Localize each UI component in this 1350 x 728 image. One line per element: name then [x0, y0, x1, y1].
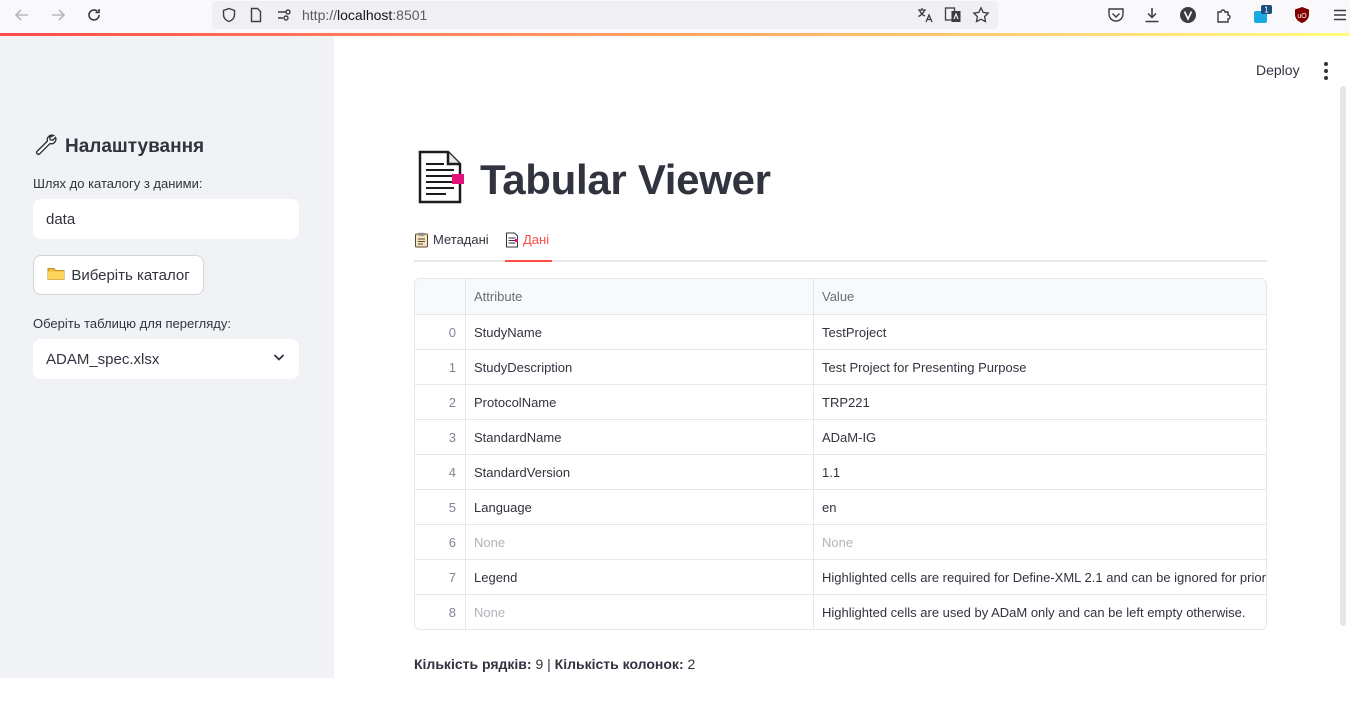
extensions-icon[interactable]: [1213, 4, 1235, 26]
translate-icon[interactable]: [914, 4, 936, 26]
below-viewport: [0, 678, 1350, 728]
row-index-cell[interactable]: 2: [415, 385, 466, 420]
page-icon[interactable]: [245, 4, 267, 26]
attribute-cell[interactable]: None: [466, 525, 814, 560]
table-row[interactable]: 1 StudyDescription Test Project for Presen…: [415, 349, 1266, 385]
page-translate-icon[interactable]: [942, 4, 964, 26]
attribute-header[interactable]: Attribute: [466, 279, 814, 314]
cols-count-label: Кількість колонок:: [554, 656, 684, 672]
document-icon: [414, 150, 466, 209]
table-select[interactable]: ADAM_spec.xlsx: [33, 339, 299, 379]
attribute-cell[interactable]: Legend: [466, 560, 814, 595]
ublock-icon[interactable]: uO: [1291, 4, 1313, 26]
value-cell[interactable]: ADaM-IG: [814, 420, 1266, 455]
rows-count-label: Кількість рядків:: [414, 656, 532, 672]
page-document-icon: [505, 232, 519, 251]
attribute-cell[interactable]: StudyName: [466, 315, 814, 350]
choose-directory-button[interactable]: Виберіть каталог: [33, 255, 204, 295]
value-cell[interactable]: None: [814, 525, 1266, 560]
sidebar-title: Налаштування: [33, 132, 204, 162]
page-title-text: Tabular Viewer: [480, 155, 771, 203]
value-cell[interactable]: TRP221: [814, 385, 1266, 420]
svg-text:uO: uO: [1297, 13, 1307, 20]
tab-bar: Метадані Дані: [414, 224, 1267, 262]
deploy-button[interactable]: Deploy: [1256, 62, 1300, 78]
table-row[interactable]: 3 StandardName ADaM-IG: [415, 419, 1266, 455]
kebab-menu-icon[interactable]: [1316, 61, 1336, 81]
row-index-cell[interactable]: 4: [415, 455, 466, 490]
row-index-cell[interactable]: 0: [415, 315, 466, 350]
value-cell[interactable]: Test Project for Presenting Purpose: [814, 350, 1266, 385]
value-cell[interactable]: en: [814, 490, 1266, 525]
bookmark-star-icon[interactable]: [970, 4, 992, 26]
table-row[interactable]: 0 StudyName TestProject: [415, 314, 1266, 350]
page-title: Tabular Viewer: [414, 150, 771, 209]
forward-icon[interactable]: [46, 4, 70, 26]
summary-separator: |: [547, 656, 551, 672]
rows-count-value: 9: [535, 656, 544, 672]
page-scrollbar[interactable]: [1340, 86, 1346, 626]
folder-icon: [47, 265, 65, 285]
table-header-row: Attribute Value: [415, 279, 1266, 314]
path-input[interactable]: data: [33, 199, 299, 239]
main-area: Deploy Tabular Viewer Метадані Дані Attr…: [334, 36, 1350, 678]
row-index-cell[interactable]: 6: [415, 525, 466, 560]
value-cell[interactable]: TestProject: [814, 315, 1266, 350]
attribute-cell[interactable]: Language: [466, 490, 814, 525]
choose-directory-label: Виберіть каталог: [71, 266, 190, 284]
tab-metadata-label: Метадані: [433, 232, 489, 247]
value-cell[interactable]: Highlighted cells are used by ADaM only …: [814, 595, 1266, 629]
row-index-cell[interactable]: 3: [415, 420, 466, 455]
table-row[interactable]: 7 Legend Highlighted cells are required fo…: [415, 559, 1266, 595]
notifier-extension-icon[interactable]: 1: [1251, 4, 1273, 26]
table-row[interactable]: 5 Language en: [415, 489, 1266, 525]
tab-metadata[interactable]: Метадані: [414, 230, 489, 262]
cols-count-value: 2: [687, 656, 696, 672]
index-header[interactable]: [415, 279, 466, 314]
value-cell[interactable]: 1.1: [814, 455, 1266, 490]
browser-toolbar: http://localhost:8501 1 uO: [0, 0, 1350, 33]
attribute-cell[interactable]: ProtocolName: [466, 385, 814, 420]
table-summary: Кількість рядків: 9 | Кількість колонок:…: [414, 656, 695, 672]
table-row[interactable]: 2 ProtocolName TRP221: [415, 384, 1266, 420]
table-select-label: Оберіть таблицю для перегляду:: [33, 316, 231, 331]
vpn-extension-icon[interactable]: [1177, 4, 1199, 26]
table-row[interactable]: 8 None Highlighted cells are used by ADaM …: [415, 594, 1266, 629]
url-text: http://localhost:8501: [302, 7, 428, 23]
address-bar[interactable]: http://localhost:8501: [212, 1, 998, 29]
row-index-cell[interactable]: 8: [415, 595, 466, 629]
attribute-cell[interactable]: StandardName: [466, 420, 814, 455]
data-table[interactable]: Attribute Value 0 StudyName TestProject 1 St…: [414, 278, 1267, 630]
download-icon[interactable]: [1141, 4, 1163, 26]
sidebar: Налаштування Шлях до каталогу з даними: …: [0, 36, 334, 678]
row-index-cell[interactable]: 5: [415, 490, 466, 525]
table-select-value: ADAM_spec.xlsx: [46, 350, 160, 368]
back-icon[interactable]: [10, 4, 34, 26]
table-row[interactable]: 6 None None: [415, 524, 1266, 560]
clipboard-icon: [414, 232, 429, 251]
permissions-icon[interactable]: [273, 4, 295, 26]
reload-icon[interactable]: [82, 4, 106, 26]
pocket-icon[interactable]: [1105, 4, 1127, 26]
tab-data[interactable]: Дані: [505, 230, 552, 262]
attribute-cell[interactable]: StandardVersion: [466, 455, 814, 490]
wrench-icon: [33, 132, 57, 162]
row-index-cell[interactable]: 7: [415, 560, 466, 595]
streamlit-app: Налаштування Шлях до каталогу з даними: …: [0, 36, 1350, 678]
attribute-cell[interactable]: None: [466, 595, 814, 629]
table-row[interactable]: 4 StandardVersion 1.1: [415, 454, 1266, 490]
tab-data-label: Дані: [523, 232, 550, 247]
path-input-value: data: [46, 210, 76, 228]
sidebar-title-text: Налаштування: [65, 136, 205, 157]
menu-icon[interactable]: [1329, 4, 1350, 26]
row-index-cell[interactable]: 1: [415, 350, 466, 385]
value-header[interactable]: Value: [814, 279, 1266, 314]
path-label: Шлях до каталогу з даними:: [33, 176, 203, 191]
chevron-down-icon: [272, 350, 286, 368]
attribute-cell[interactable]: StudyDescription: [466, 350, 814, 385]
svg-text:1: 1: [1264, 6, 1269, 15]
value-cell[interactable]: Highlighted cells are required for Defin…: [814, 560, 1266, 595]
shield-icon[interactable]: [218, 4, 240, 26]
